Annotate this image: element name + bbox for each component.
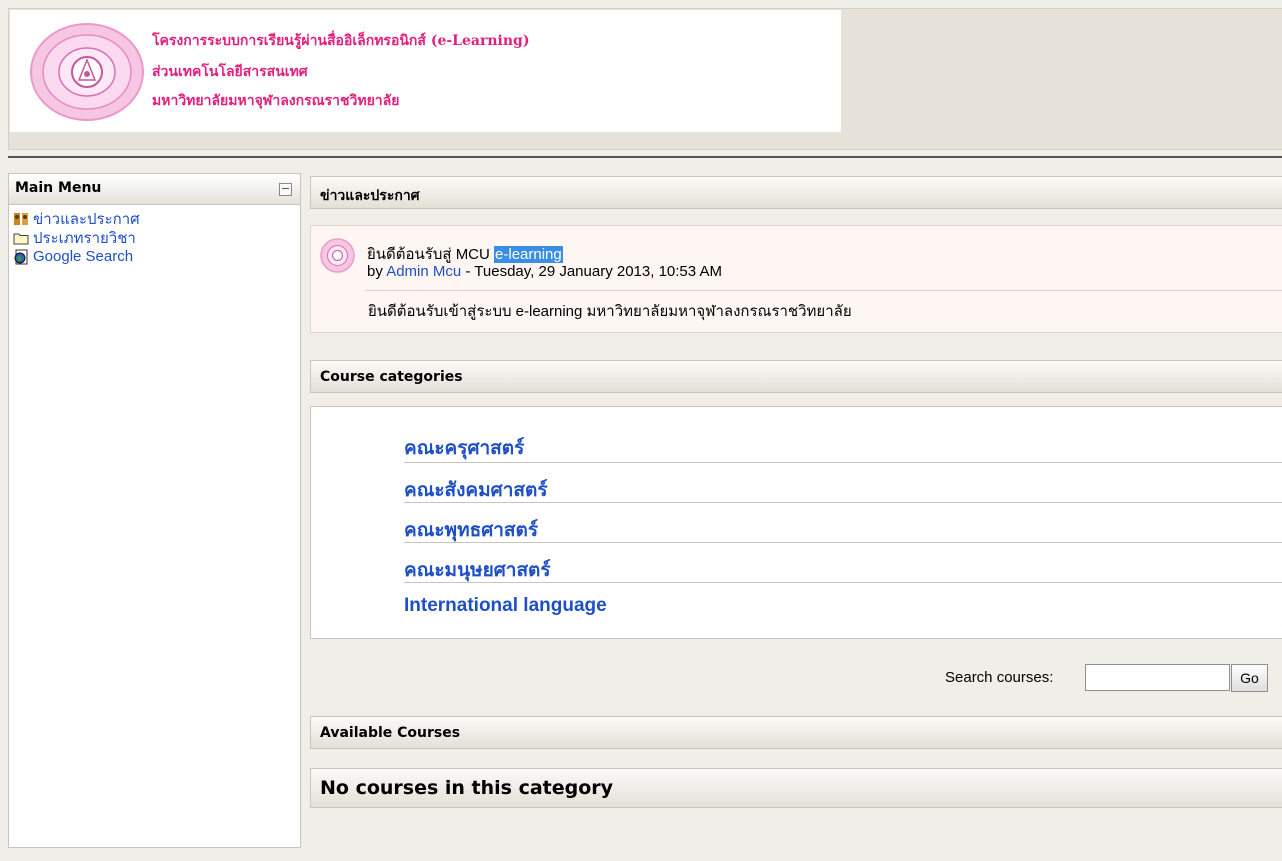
banner-title: โครงการระบบการเรียนรู้ผ่านสื่ออิเล็กทรอน… [152, 33, 530, 49]
post-date: - Tuesday, 29 January 2013, 10:53 AM [461, 263, 722, 280]
main-menu-header: Main Menu − [9, 174, 300, 205]
category-link-international-language[interactable]: International language [404, 583, 1282, 623]
site-banner[interactable]: โครงการระบบการเรียนรู้ผ่านสื่ออิเล็กทรอน… [10, 10, 841, 132]
search-go-button[interactable]: Go [1231, 664, 1268, 692]
category-link-buddhism[interactable]: คณะพุทธศาสตร์ [404, 503, 1282, 543]
course-categories-list: คณะครุศาสตร์ คณะสังคมศาสตร์ คณะพุทธศาสตร… [310, 406, 1282, 639]
author-avatar[interactable] [320, 238, 355, 273]
globe-page-icon [14, 249, 28, 264]
category-link-education[interactable]: คณะครุศาสตร์ [404, 427, 1282, 463]
banner-department: ส่วนเทคโนโลยีสารสนเทศ [152, 64, 308, 80]
sidebar-item-course-types[interactable]: ประเภทรายวิชา [13, 228, 300, 247]
available-courses-heading: Available Courses [310, 716, 1282, 749]
post-body: ยินดีต้อนรับเข้าสู่ระบบ e-learning มหาวิ… [368, 303, 852, 320]
post-divider [365, 290, 1282, 291]
news-heading: ข่าวและประกาศ [310, 176, 1282, 209]
no-courses-message: No courses in this category [310, 768, 1282, 808]
search-courses-input[interactable] [1085, 664, 1230, 691]
banner-university: มหาวิทยาลัยมหาจุฬาลงกรณราชวิทยาลัย [152, 93, 400, 109]
sidebar-item-google-search[interactable]: Google Search [13, 247, 300, 266]
folder-icon [13, 233, 29, 244]
post-subject-highlight: e-learning [494, 246, 563, 263]
course-categories-heading: Course categories [310, 360, 1282, 393]
post-subject-text: ยินดีต้อนรับสู่ MCU [367, 246, 495, 263]
forum-post: ยินดีต้อนรับสู่ MCU e-learning by Admin … [310, 225, 1282, 333]
main-menu-block: Main Menu − ข่าวและประกาศ ประเภทรายวิชา … [8, 173, 301, 848]
university-seal-icon [30, 23, 144, 121]
forum-icon [14, 212, 28, 225]
post-meta: by Admin Mcu - Tuesday, 29 January 2013,… [367, 263, 722, 280]
category-link-social-sciences[interactable]: คณะสังคมศาสตร์ [404, 463, 1282, 503]
post-by-label: by [367, 263, 387, 280]
post-author-link[interactable]: Admin Mcu [386, 263, 461, 280]
category-link-humanities[interactable]: คณะมนุษยศาสตร์ [404, 543, 1282, 583]
header-divider [8, 156, 1282, 158]
main-menu-title: Main Menu [15, 180, 102, 196]
search-courses-label: Search courses: [945, 669, 1054, 686]
collapse-icon[interactable]: − [279, 183, 292, 196]
sidebar-item-label: ประเภทรายวิชา [33, 229, 136, 247]
sidebar-item-label: Google Search [33, 248, 134, 265]
